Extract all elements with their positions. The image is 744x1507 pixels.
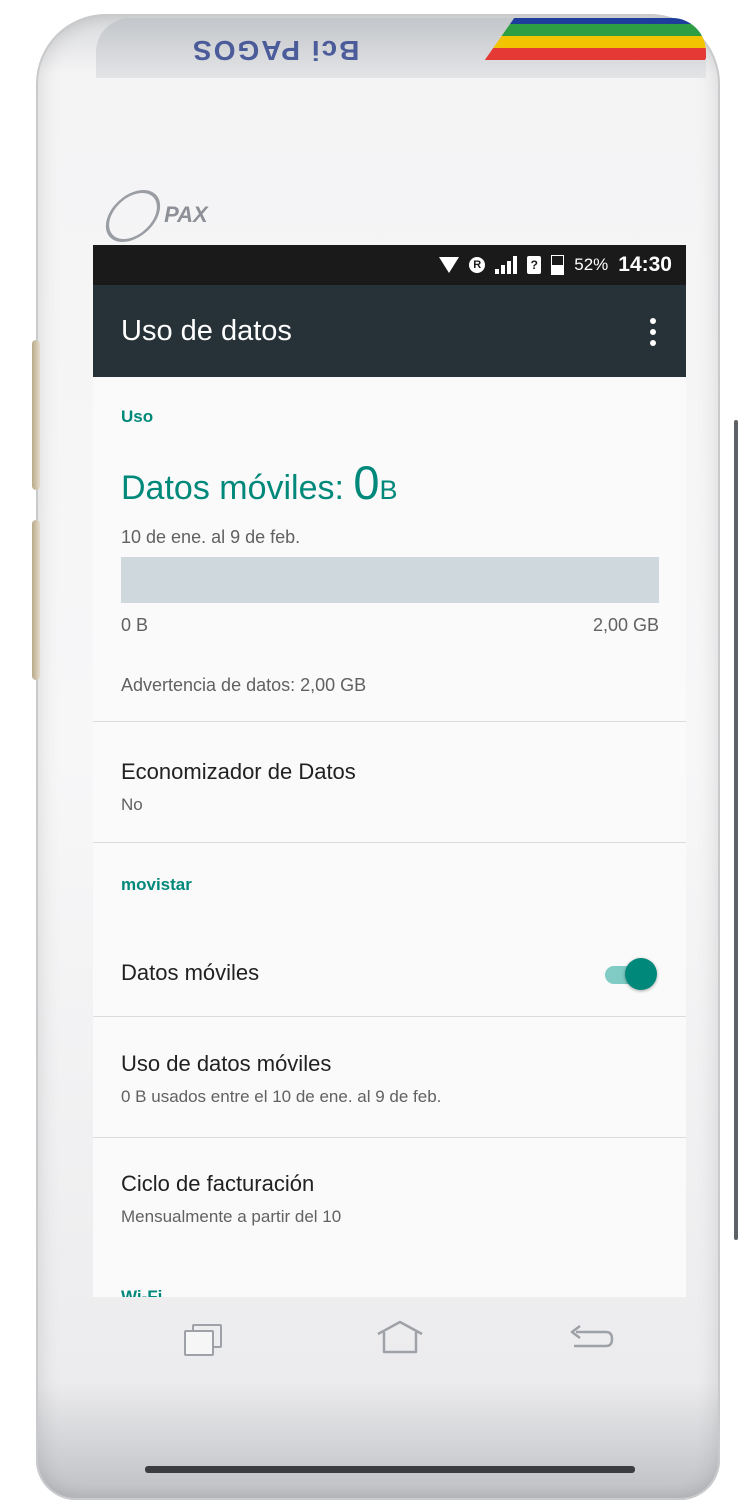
pax-logo: PAX (97, 190, 208, 242)
section-header-carrier: movistar (121, 875, 192, 894)
sim-icon: ? (527, 256, 542, 274)
pax-swoosh-icon (97, 190, 169, 242)
usage-label: Datos móviles: (121, 469, 354, 507)
mobile-data-title: Datos móviles (121, 960, 260, 985)
signal-icon (495, 256, 518, 274)
home-icon[interactable] (370, 1316, 430, 1360)
app-bar: Uso de datos (93, 285, 686, 377)
back-icon[interactable] (560, 1316, 620, 1360)
status-bar: R ? 52% 14:30 (93, 245, 686, 285)
recent-apps-icon[interactable] (176, 1316, 236, 1360)
mobile-data-usage-summary: 0 B usados entre el 10 de ene. al 9 de f… (121, 1087, 442, 1106)
usage-amount: 0 (353, 456, 380, 509)
brand-color-stripe (474, 18, 706, 76)
toggle-thumb (625, 958, 657, 990)
roaming-icon: R (469, 257, 486, 273)
data-warning: Advertencia de datos: 2,00 GB (121, 675, 367, 695)
data-saver-title: Economizador de Datos (121, 759, 356, 784)
usage-bar-max: 2,00 GB (592, 615, 659, 635)
pax-logo-text: PAX (164, 201, 208, 227)
billing-cycle-summary: Mensualmente a partir del 10 (121, 1207, 342, 1226)
side-volume-button (32, 340, 40, 490)
usage-progress-bar (121, 557, 659, 603)
side-power-button (32, 520, 40, 680)
usage-bar-min: 0 B (121, 615, 149, 635)
page-title: Uso de datos (121, 314, 292, 347)
battery-icon (551, 255, 565, 275)
divider (93, 1137, 686, 1138)
mobile-data-usage-headline: Datos móviles: 0B (121, 455, 398, 510)
section-header-usage: Uso (121, 407, 154, 426)
battery-percent: 52% (574, 255, 609, 274)
device-brand-label: Bci PAGOS (191, 35, 360, 66)
device-top-cap: Bci PAGOS (96, 18, 706, 78)
phone-screen: R ? 52% 14:30 Uso de datos Uso Datos móv… (93, 245, 686, 1297)
settings-content[interactable]: Uso Datos móviles: 0B 10 de ene. al 9 de… (93, 377, 686, 1297)
mobile-data-usage-title: Uso de datos móviles (121, 1051, 332, 1076)
usage-period: 10 de ene. al 9 de feb. (121, 527, 301, 547)
divider (93, 721, 686, 722)
wifi-icon (439, 257, 460, 273)
device-right-edge (734, 420, 738, 1240)
divider (93, 1016, 686, 1017)
section-header-wifi: Wi-Fi (121, 1287, 163, 1297)
brand-stripe-red (484, 48, 706, 60)
status-time: 14:30 (618, 253, 672, 276)
more-vert-icon[interactable] (638, 315, 668, 349)
data-saver-value: No (121, 795, 143, 814)
brand-stripe-yellow (493, 36, 706, 48)
brand-stripe-green (501, 24, 706, 36)
divider (93, 842, 686, 843)
card-slot (145, 1466, 635, 1473)
billing-cycle-title: Ciclo de facturación (121, 1171, 315, 1196)
mobile-data-toggle[interactable] (601, 954, 657, 994)
usage-unit: B (379, 475, 398, 505)
